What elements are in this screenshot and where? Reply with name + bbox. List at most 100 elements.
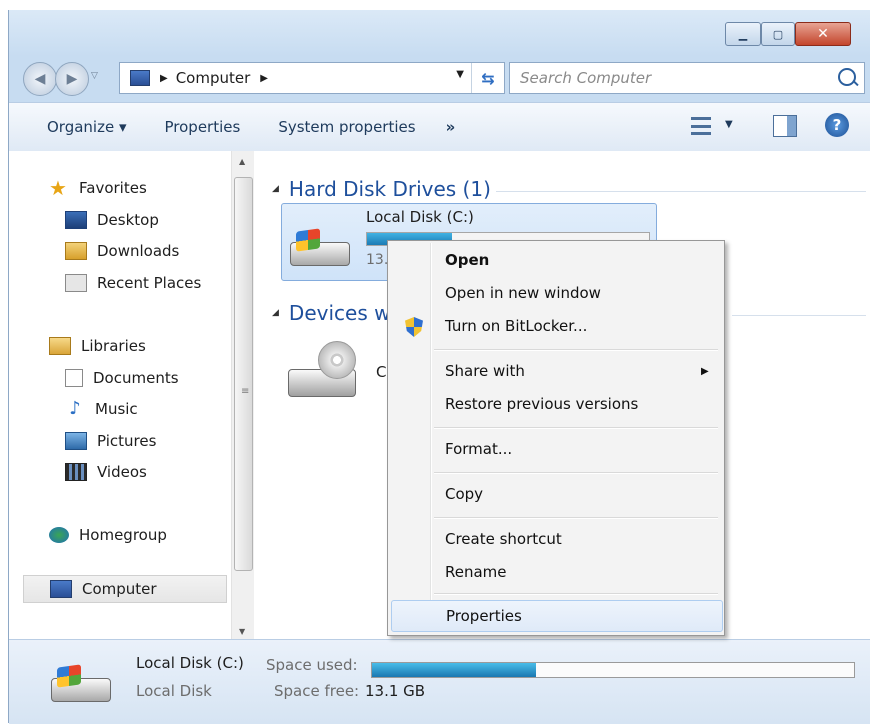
nav-computer[interactable]: Computer (23, 575, 227, 603)
view-dropdown-icon[interactable]: ▼ (725, 119, 733, 130)
command-bar: Organize ▾ Properties System properties … (9, 102, 870, 152)
breadcrumb-arrow-icon[interactable]: ▶ (160, 73, 168, 84)
nav-music[interactable]: ♪ Music (65, 398, 138, 419)
music-note-icon: ♪ (69, 398, 81, 419)
address-bar[interactable]: ▶ Computer ▶ ▼ ⇆ (119, 62, 505, 94)
desktop-icon (65, 211, 87, 229)
space-free-value: 13.1 GB (365, 682, 426, 700)
space-used-label: Space used: (266, 656, 358, 674)
space-used-fill (372, 663, 536, 677)
nav-music-label: Music (95, 400, 138, 418)
menu-item-properties[interactable]: Properties (391, 600, 723, 632)
nav-downloads-label: Downloads (97, 242, 180, 260)
menu-item-open[interactable]: Open (391, 245, 721, 275)
menu-item-label: Restore previous versions (445, 395, 639, 413)
details-drive-name: Local Disk (C:) (136, 654, 244, 672)
menu-item-label: Rename (445, 563, 507, 581)
menu-item-label: Properties (446, 607, 522, 625)
menu-item-open-new-window[interactable]: Open in new window (391, 278, 721, 308)
videos-film-icon (65, 463, 87, 481)
removable-group-title: Devices w (288, 301, 391, 325)
menu-item-label: Open (445, 251, 490, 269)
menu-item-create-shortcut[interactable]: Create shortcut (391, 524, 721, 554)
group-divider (496, 191, 866, 192)
navigation-pane: ★ Favorites Desktop Downloads Recent Pla… (9, 151, 231, 639)
menu-separator (434, 593, 718, 595)
menu-separator (434, 349, 718, 351)
close-button[interactable]: ✕ (795, 22, 851, 46)
hard-disk-group-title: Hard Disk Drives (1) (288, 177, 491, 201)
nav-computer-label: Computer (82, 580, 157, 598)
nav-documents[interactable]: Documents (65, 369, 179, 387)
organize-button[interactable]: Organize ▾ (47, 118, 127, 136)
menu-item-label: Create shortcut (445, 530, 562, 548)
breadcrumb-arrow-icon[interactable]: ▶ (260, 73, 268, 84)
help-icon[interactable]: ? (825, 113, 849, 137)
nav-libraries-label: Libraries (81, 337, 146, 355)
space-used-bar (371, 662, 855, 678)
search-icon[interactable] (838, 68, 856, 86)
documents-icon (65, 369, 83, 387)
nav-recent-label: Recent Places (97, 274, 202, 292)
title-bar: ▁ ▢ ✕ (9, 10, 870, 56)
collapse-triangle-icon[interactable]: ◢ (272, 308, 279, 318)
nav-desktop-label: Desktop (97, 211, 159, 229)
search-input[interactable] (518, 67, 822, 89)
nav-scrollbar[interactable]: ▲ ≡ ▼ (231, 151, 254, 639)
nav-pictures[interactable]: Pictures (65, 432, 156, 450)
menu-item-label: Share with (445, 362, 525, 380)
removable-group-header[interactable]: ◢ Devices w (272, 301, 866, 325)
space-free-label: Space free: (274, 682, 360, 700)
nav-videos-label: Videos (97, 463, 147, 481)
maximize-button[interactable]: ▢ (761, 22, 795, 46)
group-divider (732, 315, 866, 316)
nav-homegroup[interactable]: Homegroup (49, 526, 167, 544)
nav-favorites[interactable]: ★ Favorites (49, 176, 147, 200)
search-box[interactable] (509, 62, 865, 94)
scroll-thumb[interactable]: ≡ (234, 177, 253, 571)
address-dropdown-icon[interactable]: ▼ (456, 69, 464, 80)
forward-button[interactable]: ▶ (55, 62, 89, 96)
more-commands-button[interactable]: » (446, 118, 456, 136)
menu-item-copy[interactable]: Copy (391, 479, 721, 509)
menu-separator (434, 517, 718, 519)
libraries-icon (49, 337, 71, 355)
refresh-button[interactable]: ⇆ (471, 63, 504, 93)
menu-item-label: Copy (445, 485, 484, 503)
star-icon: ★ (49, 176, 67, 200)
nav-desktop[interactable]: Desktop (65, 211, 159, 229)
change-view-icon[interactable] (691, 117, 711, 135)
menu-item-label: Format... (445, 440, 513, 458)
downloads-folder-icon (65, 242, 87, 260)
menu-separator (434, 472, 718, 474)
menu-item-rename[interactable]: Rename (391, 557, 721, 587)
hard-disk-group-header[interactable]: ◢ Hard Disk Drives (1) (272, 177, 866, 201)
system-properties-button[interactable]: System properties (278, 118, 415, 136)
scroll-up-icon[interactable]: ▲ (239, 157, 245, 166)
scroll-down-icon[interactable]: ▼ (239, 627, 245, 636)
nav-favorites-label: Favorites (79, 179, 147, 197)
recent-pages-dropdown[interactable]: ▽ (91, 71, 98, 81)
back-button[interactable]: ◀ (23, 62, 57, 96)
preview-pane-icon[interactable] (773, 115, 797, 137)
breadcrumb-computer[interactable]: Computer (176, 69, 251, 87)
uac-shield-icon (405, 317, 423, 337)
menu-item-share-with[interactable]: Share with ▶ (391, 356, 721, 386)
menu-item-restore-previous-versions[interactable]: Restore previous versions (391, 389, 721, 419)
collapse-triangle-icon[interactable]: ◢ (272, 184, 279, 194)
nav-downloads[interactable]: Downloads (65, 242, 179, 260)
nav-recent-places[interactable]: Recent Places (65, 274, 201, 292)
menu-item-bitlocker[interactable]: Turn on BitLocker... (391, 311, 721, 341)
nav-videos[interactable]: Videos (65, 463, 147, 481)
properties-button[interactable]: Properties (165, 118, 241, 136)
menu-separator (434, 427, 718, 429)
context-menu: Open Open in new window Turn on BitLocke… (387, 240, 725, 636)
grip-icon: ≡ (241, 386, 250, 397)
homegroup-icon (49, 527, 69, 543)
menu-item-format[interactable]: Format... (391, 434, 721, 464)
cd-drive-icon[interactable] (288, 341, 360, 405)
nav-libraries[interactable]: Libraries (49, 337, 146, 355)
navigation-bar: ◀ ▶ ▽ ▶ Computer ▶ ▼ ⇆ (9, 56, 870, 102)
details-pane: Local Disk (C:) Local Disk Space used: S… (9, 639, 870, 724)
minimize-button[interactable]: ▁ (725, 22, 761, 46)
